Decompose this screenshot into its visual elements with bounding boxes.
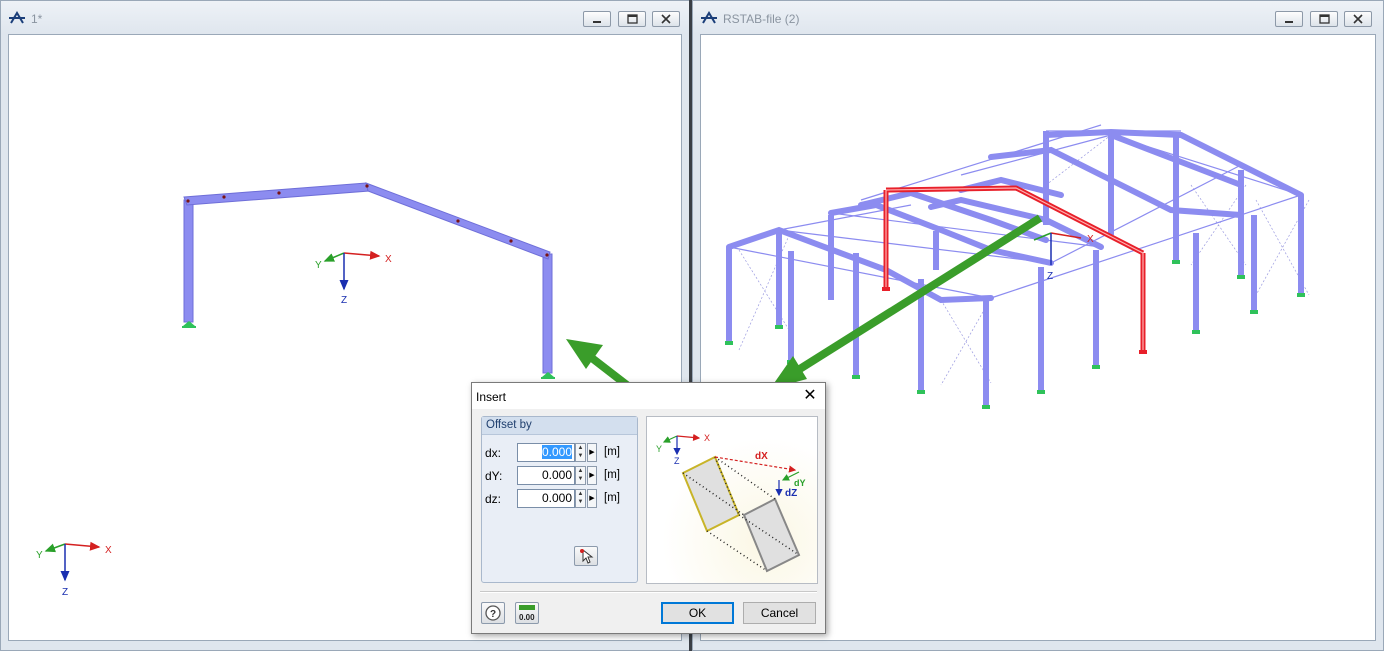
pick-cursor-icon bbox=[580, 548, 594, 564]
restore-button[interactable] bbox=[1310, 11, 1338, 27]
help-icon: ? bbox=[485, 605, 501, 621]
cancel-button[interactable]: Cancel bbox=[743, 602, 816, 624]
dz-spinner[interactable]: ▲ ▼ bbox=[575, 489, 586, 508]
support-symbol bbox=[182, 321, 555, 379]
dz-menu-button[interactable]: ▶ bbox=[587, 489, 597, 508]
right-window-title: RSTAB-file (2) bbox=[723, 12, 800, 26]
svg-text:Y: Y bbox=[315, 260, 322, 271]
minimize-button[interactable] bbox=[583, 11, 611, 27]
svg-text:X: X bbox=[704, 433, 710, 443]
svg-text:Z: Z bbox=[1047, 271, 1053, 282]
dz-unit: [m] bbox=[604, 492, 620, 504]
left-window-titlebar[interactable]: 1* bbox=[1, 1, 689, 34]
close-button[interactable] bbox=[652, 11, 680, 27]
portal-frame bbox=[183, 182, 553, 374]
help-button[interactable]: ? bbox=[481, 602, 505, 624]
dialog-titlebar[interactable]: Insert ✕ bbox=[472, 383, 825, 409]
svg-text:dY: dY bbox=[794, 478, 806, 488]
dy-unit: [m] bbox=[604, 469, 620, 481]
dx-unit: [m] bbox=[604, 446, 620, 458]
rstab-app-icon bbox=[701, 11, 717, 24]
left-window-title: 1* bbox=[31, 12, 43, 26]
dz-label: dz: bbox=[485, 492, 502, 506]
global-axis-indicator: X Y Z bbox=[36, 541, 112, 598]
right-window-titlebar[interactable]: RSTAB-file (2) bbox=[693, 1, 1383, 34]
dy-spinner[interactable]: ▲ ▼ bbox=[575, 466, 586, 485]
svg-text:X: X bbox=[385, 254, 392, 265]
dx-spinner[interactable]: ▲ ▼ bbox=[575, 443, 586, 462]
hall-structure: X Z bbox=[725, 124, 1310, 409]
dialog-title: Insert bbox=[476, 390, 507, 404]
dx-menu-button[interactable]: ▶ bbox=[587, 443, 597, 462]
svg-text:0.00: 0.00 bbox=[519, 613, 535, 622]
model-axis-indicator: X Y Z bbox=[315, 250, 392, 306]
insert-dialog: Insert ✕ Offset by dx: 0.000 ▲ ▼ ▶ [m] dY… bbox=[471, 382, 826, 634]
calculator-icon: 0.00 bbox=[519, 605, 535, 622]
svg-text:?: ? bbox=[490, 609, 496, 620]
svg-text:Z: Z bbox=[674, 456, 680, 466]
svg-text:dX: dX bbox=[755, 451, 768, 462]
dy-input[interactable]: 0.000 bbox=[517, 466, 575, 485]
calculator-button[interactable]: 0.00 bbox=[515, 602, 539, 624]
svg-text:Y: Y bbox=[36, 550, 43, 561]
close-button[interactable] bbox=[1344, 11, 1372, 27]
restore-button[interactable] bbox=[618, 11, 646, 27]
offset-preview-image: X Y Z dX dY dZ bbox=[646, 416, 818, 584]
pick-offset-button[interactable] bbox=[574, 546, 598, 566]
rstab-app-icon bbox=[9, 11, 25, 24]
dialog-separator bbox=[480, 591, 817, 593]
dialog-close-button[interactable]: ✕ bbox=[795, 383, 825, 409]
minimize-button[interactable] bbox=[1275, 11, 1303, 27]
svg-text:dZ: dZ bbox=[785, 488, 797, 499]
offset-by-group: Offset by dx: 0.000 ▲ ▼ ▶ [m] dY: 0.000 ▲… bbox=[481, 416, 638, 583]
svg-text:X: X bbox=[1087, 234, 1094, 245]
offset-by-title: Offset by bbox=[486, 419, 532, 431]
dz-input[interactable]: 0.000 bbox=[517, 489, 575, 508]
svg-text:Z: Z bbox=[62, 587, 68, 598]
dx-label: dx: bbox=[485, 446, 502, 460]
svg-text:Y: Y bbox=[656, 444, 662, 454]
dy-menu-button[interactable]: ▶ bbox=[587, 466, 597, 485]
svg-text:X: X bbox=[105, 545, 112, 556]
svg-text:Z: Z bbox=[341, 295, 347, 306]
dy-label: dY: bbox=[485, 469, 503, 483]
dx-input[interactable]: 0.000 bbox=[517, 443, 575, 462]
ok-button[interactable]: OK bbox=[661, 602, 734, 624]
